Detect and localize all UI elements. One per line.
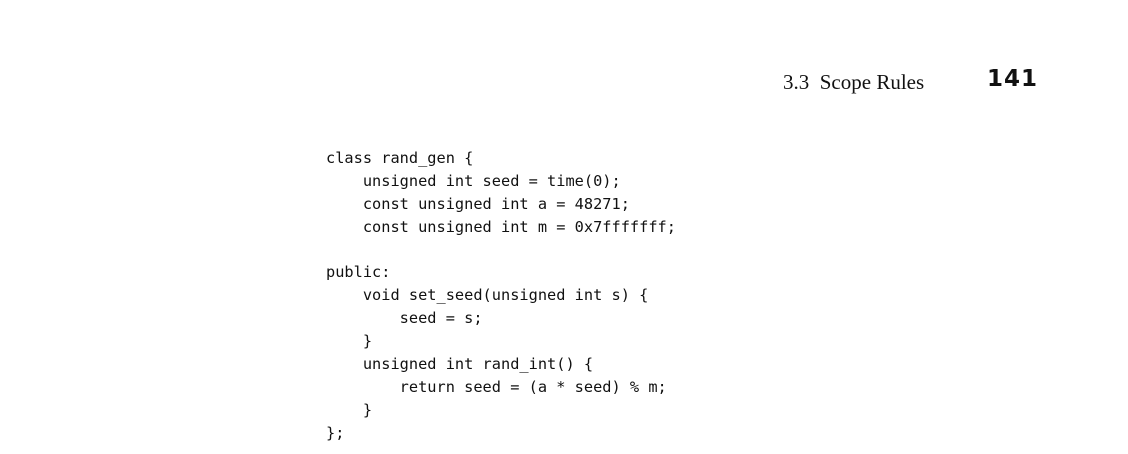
code-listing: class rand_gen { unsigned int seed = tim… [326,147,676,445]
page-number: 141 [987,66,1039,92]
code-line: const unsigned int m = 0x7fffffff; [326,217,676,236]
code-line: } [326,332,373,351]
code-line: seed = s; [326,309,483,328]
code-line: } [326,400,373,419]
code-line: return seed = (a * seed) % m; [326,377,667,396]
code-line: const unsigned int a = 48271; [326,194,630,213]
running-head-section-title: 3.3 Scope Rules [783,70,925,94]
code-line: class rand_gen { [326,149,474,167]
code-line: public: [326,263,391,282]
code-line: unsigned int rand_int() { [326,355,594,374]
code-line: }; [326,423,345,442]
code-line: unsigned int seed = time(0); [326,171,621,190]
code-line: void set_seed(unsigned int s) { [326,286,649,305]
page-header: 3.3 Scope Rules 141 [0,66,1128,102]
